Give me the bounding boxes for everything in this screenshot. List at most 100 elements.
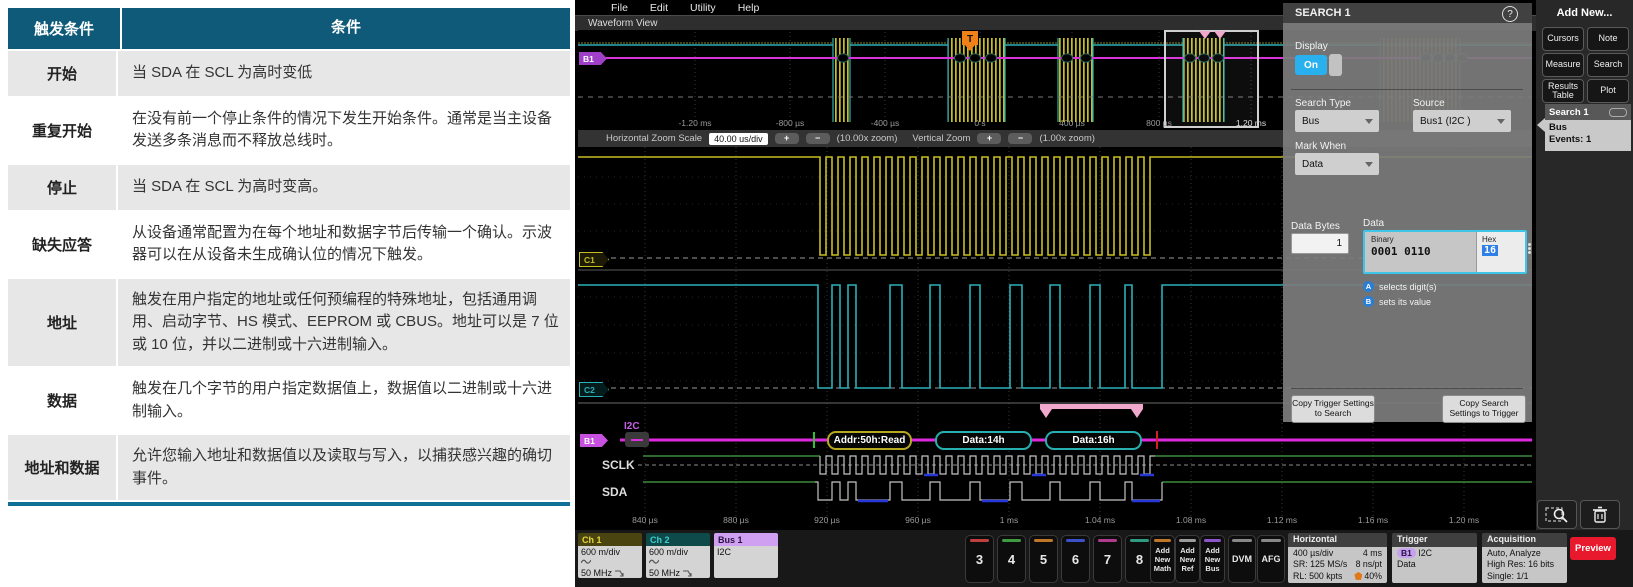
sidebar-button-measure[interactable]: Measure bbox=[1542, 53, 1584, 77]
main-time-label: 1.12 ms bbox=[1258, 515, 1306, 525]
position-warning-icon bbox=[1354, 572, 1362, 580]
search1-title: Search 1 bbox=[1549, 107, 1589, 118]
sidebar-button-search[interactable]: Search bbox=[1587, 53, 1629, 77]
hex-value[interactable]: 16 bbox=[1482, 245, 1498, 256]
help-icon[interactable]: ? bbox=[1502, 6, 1518, 22]
hzoom-label: Horizontal Zoom Scale bbox=[606, 133, 702, 144]
acquisition-panel[interactable]: Acquisition Auto, Analyze High Res: 16 b… bbox=[1482, 533, 1567, 583]
vzoom-minus-button[interactable]: − bbox=[1008, 133, 1032, 144]
copy-search-to-trigger-button[interactable]: Copy Search Settings to Trigger bbox=[1442, 395, 1526, 423]
preview-button[interactable]: Preview bbox=[1570, 537, 1616, 560]
row-term: 重复开始 bbox=[8, 98, 118, 163]
display-label: Display bbox=[1295, 41, 1328, 52]
zoom-mode-button[interactable] bbox=[1537, 500, 1577, 529]
channel-color-bar bbox=[1034, 539, 1053, 542]
ch2-badge[interactable]: Ch 2 600 m/div 50 MHz bbox=[646, 533, 710, 578]
add-new-math-button[interactable]: AddNewMath bbox=[1150, 535, 1175, 583]
row-desc: 触发在用户指定的地址或任何预编程的特殊地址，包括通用调用、启动字节、HS 模式、… bbox=[118, 279, 570, 367]
vzoom-plus-button[interactable]: + bbox=[977, 133, 1001, 144]
channel-color-bar bbox=[1066, 539, 1085, 542]
add-button-label: AddNewMath bbox=[1154, 546, 1172, 573]
ch2-badge-title: Ch 2 bbox=[646, 533, 710, 546]
sda-label: SDA bbox=[602, 485, 627, 499]
acquisition-title: Acquisition bbox=[1482, 533, 1567, 547]
channel-7-button[interactable]: 7 bbox=[1093, 535, 1122, 583]
channel-6-button[interactable]: 6 bbox=[1061, 535, 1090, 583]
bus-dash-icon bbox=[631, 439, 643, 441]
trigger-source-badge: B1 bbox=[1397, 548, 1416, 558]
afg-button[interactable]: AFG bbox=[1257, 535, 1285, 583]
channel-5-button[interactable]: 5 bbox=[1029, 535, 1058, 583]
dvm-button[interactable]: DVM bbox=[1228, 535, 1256, 583]
data-bytes-label: Data Bytes bbox=[1291, 221, 1340, 232]
main-time-label: 880 µs bbox=[712, 515, 760, 525]
hzoom-value[interactable]: 40.00 us/div bbox=[709, 133, 768, 145]
delete-button[interactable] bbox=[1580, 500, 1620, 529]
sidebar-button-plot[interactable]: Plot bbox=[1587, 79, 1629, 103]
vzoom-factor: (1.00x zoom) bbox=[1039, 133, 1094, 144]
row-desc: 从设备通常配置为在每个地址和数据字节后传输一个确认。示波器可以在从设备未生成确认… bbox=[118, 212, 570, 277]
add-new-ref-button[interactable]: AddNewRef bbox=[1175, 535, 1200, 583]
overview-time-label: -800 µs bbox=[768, 118, 812, 128]
ch1-badge-title: Ch 1 bbox=[578, 533, 642, 546]
row-desc: 允许您输入地址和数据值以及读取与写入，以捕获感兴趣的确切事件。 bbox=[118, 435, 570, 500]
overview-burst bbox=[1058, 38, 1093, 122]
row-term: 开始 bbox=[8, 51, 118, 96]
menu-edit[interactable]: Edit bbox=[650, 2, 668, 14]
data-value-box[interactable]: Binary 0001 0110 Hex 16 bbox=[1363, 230, 1527, 274]
sidebar-button-note[interactable]: Note bbox=[1587, 27, 1629, 51]
search-result-bracket bbox=[1040, 404, 1143, 409]
ch2-scale: 600 m/div bbox=[649, 547, 707, 557]
hex-sub-box[interactable]: Hex 16 bbox=[1476, 232, 1525, 272]
display-toggle[interactable]: On bbox=[1295, 55, 1342, 76]
binary-value[interactable]: 0001 0110 bbox=[1371, 245, 1431, 258]
zoom-magnifier-icon bbox=[1545, 506, 1569, 524]
channel-number: 7 bbox=[1104, 552, 1111, 567]
channel-4-button[interactable]: 4 bbox=[997, 535, 1026, 583]
panel-drag-handle[interactable] bbox=[1528, 243, 1531, 254]
overview-burst bbox=[833, 38, 850, 122]
overview-time-label: 1.20 ms bbox=[1229, 118, 1273, 128]
bus1-badge[interactable]: Bus 1 I2C bbox=[714, 533, 778, 578]
channel-3-button[interactable]: 3 bbox=[965, 535, 994, 583]
zoom-window-box[interactable] bbox=[1165, 31, 1258, 127]
data-bytes-input[interactable]: 1 bbox=[1291, 233, 1349, 254]
decode-packet-dot bbox=[1081, 54, 1092, 62]
source-label: Source bbox=[1413, 98, 1445, 109]
search-type-dropdown[interactable]: Bus bbox=[1295, 110, 1379, 132]
sidebar-button-results-table[interactable]: Results Table bbox=[1542, 79, 1584, 103]
menu-help[interactable]: Help bbox=[738, 2, 760, 14]
channel-number: 4 bbox=[1008, 552, 1015, 567]
sclk-label: SCLK bbox=[602, 458, 635, 472]
toggle-knob bbox=[1329, 54, 1342, 76]
hzoom-plus-button[interactable]: + bbox=[775, 133, 799, 144]
source-dropdown[interactable]: Bus1 (I2C ) bbox=[1413, 110, 1511, 132]
svg-text:T: T bbox=[967, 34, 973, 45]
decode-packet-dot bbox=[970, 54, 981, 62]
add-button-label: AddNewRef bbox=[1180, 546, 1195, 573]
document-table-region: 触发条件 条件 开始当 SDA 在 SCL 为高时变低重复开始在没有前一个停止条… bbox=[0, 0, 575, 587]
decode-packet-dot bbox=[1062, 54, 1073, 62]
search1-toggle-icon[interactable] bbox=[1609, 108, 1627, 117]
search1-events: Events: 1 bbox=[1549, 134, 1627, 146]
decode-bubble: Data:14h bbox=[935, 431, 1032, 450]
main-time-label: 960 µs bbox=[894, 515, 942, 525]
menu-file[interactable]: File bbox=[611, 2, 628, 14]
add-new-bus-button[interactable]: AddNewBus bbox=[1200, 535, 1225, 583]
copy-trigger-to-search-button[interactable]: Copy Trigger Settings to Search bbox=[1291, 395, 1375, 423]
table-row: 停止当 SDA 在 SCL 为高时变高。 bbox=[8, 165, 570, 212]
knob-b-icon: B bbox=[1363, 296, 1374, 307]
menu-utility[interactable]: Utility bbox=[690, 2, 716, 14]
channel-color-bar bbox=[1098, 539, 1117, 542]
mark-when-dropdown[interactable]: Data bbox=[1295, 153, 1379, 175]
sidebar-button-cursors[interactable]: Cursors bbox=[1542, 27, 1584, 51]
bus-collapse-box[interactable] bbox=[625, 432, 649, 447]
horizontal-panel[interactable]: Horizontal 400 µs/div4 ms SR: 125 MS/s8 … bbox=[1288, 533, 1387, 583]
ch1-badge[interactable]: Ch 1 600 m/div 50 MHz bbox=[578, 533, 642, 578]
hzoom-minus-button[interactable]: − bbox=[806, 133, 830, 144]
ch2-bandwidth: 50 MHz bbox=[649, 568, 680, 578]
trigger-panel[interactable]: Trigger B1 I2C Data bbox=[1392, 533, 1477, 583]
add-color-bar bbox=[1179, 539, 1196, 542]
search1-result-item[interactable]: Search 1 Bus Events: 1 bbox=[1545, 104, 1631, 151]
tab-waveform-view[interactable]: Waveform View bbox=[588, 18, 657, 29]
